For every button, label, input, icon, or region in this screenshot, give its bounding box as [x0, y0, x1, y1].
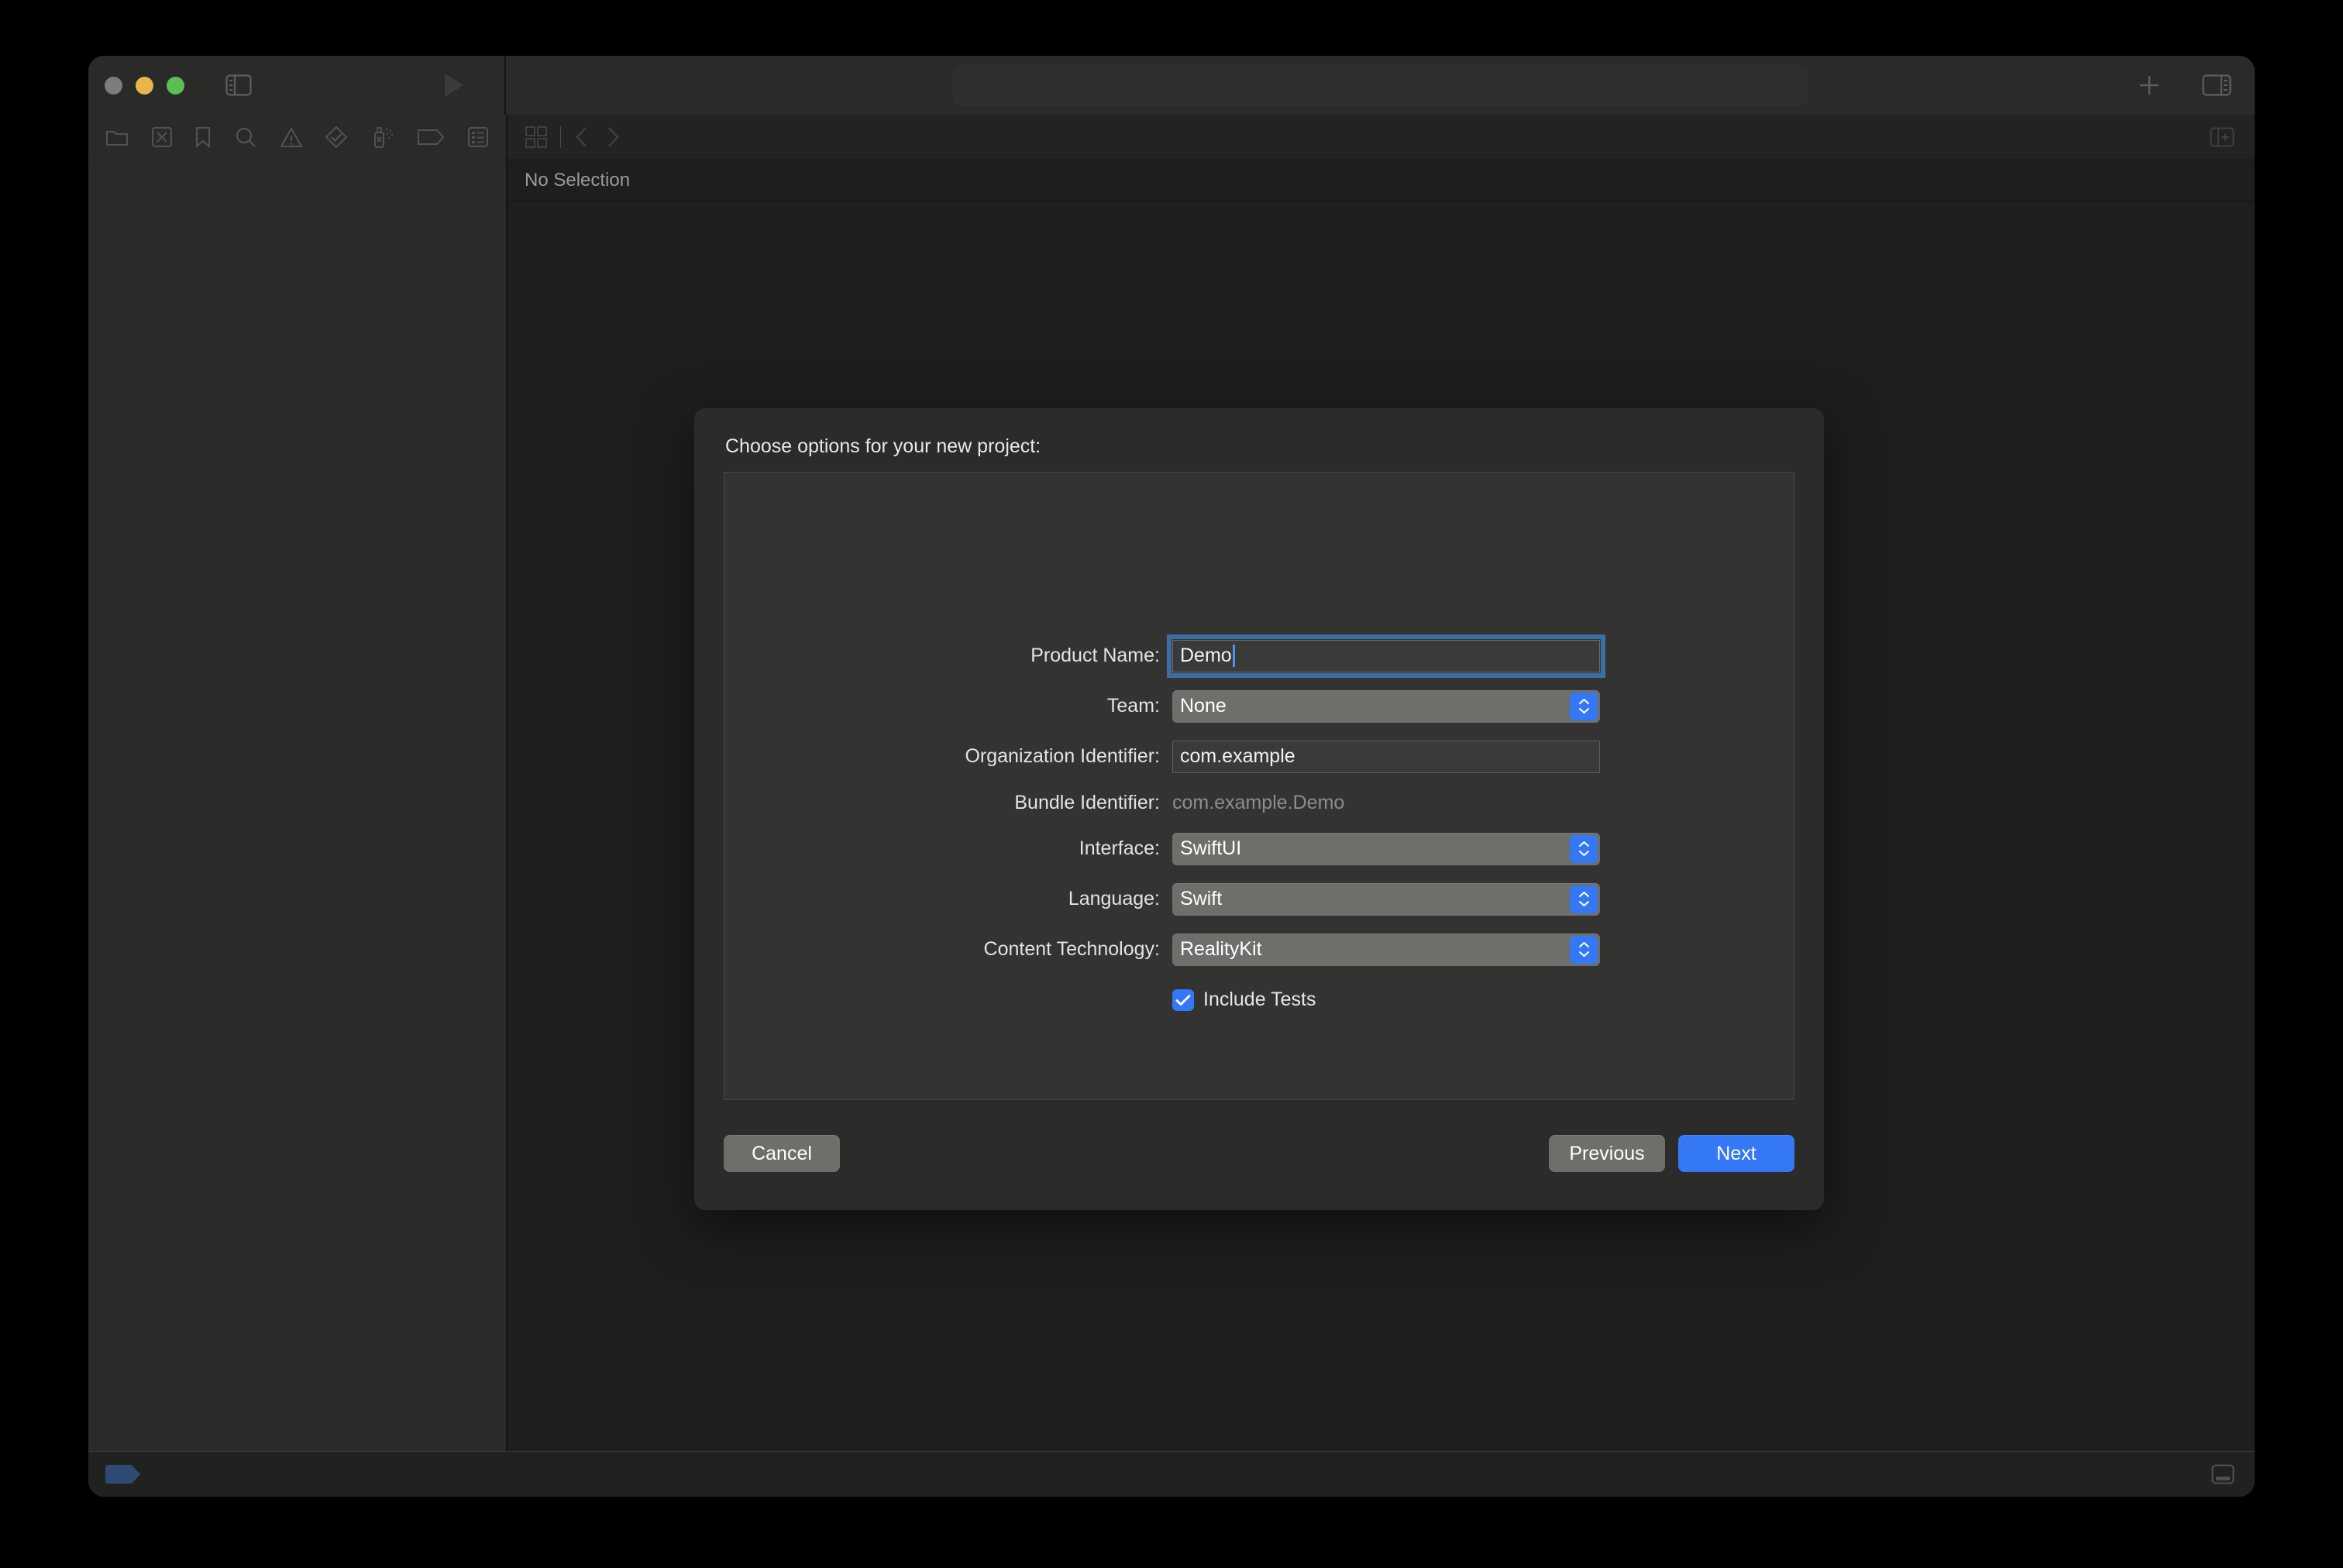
plus-icon[interactable] [2137, 73, 2162, 98]
sidebar-right-icon[interactable] [2202, 74, 2231, 96]
breakpoint-tag-icon[interactable] [105, 1465, 140, 1484]
status-bar [88, 1451, 2255, 1497]
chevron-right-icon[interactable] [604, 126, 621, 149]
bookmark-icon[interactable] [194, 126, 212, 148]
breakpoint-tag-icon[interactable] [417, 129, 445, 146]
editor-column: No Selection [507, 115, 2255, 1451]
sidebar-left-icon[interactable] [225, 74, 252, 96]
editor-canvas [507, 201, 2255, 1451]
editor-jump-bar [507, 115, 2255, 160]
warning-triangle-icon[interactable] [279, 126, 303, 148]
navigator-tab-bar [88, 115, 506, 160]
zoom-window-button[interactable] [167, 76, 184, 95]
source-control-icon[interactable] [151, 126, 173, 148]
run-play-icon[interactable] [442, 72, 466, 98]
navigator-content-empty [88, 160, 506, 1451]
window-titlebar [88, 56, 2255, 115]
related-items-grid-icon[interactable] [525, 126, 548, 149]
titlebar-left-section [88, 56, 506, 115]
breadcrumb: No Selection [507, 160, 2255, 201]
close-window-button[interactable] [105, 76, 122, 95]
titlebar-right-section [506, 56, 2255, 115]
traffic-lights [105, 76, 184, 95]
test-diamond-icon[interactable] [325, 126, 348, 149]
minimize-window-button[interactable] [136, 76, 153, 95]
window-body: No Selection [88, 115, 2255, 1451]
add-editor-icon[interactable] [2210, 127, 2235, 147]
report-list-icon[interactable] [467, 126, 489, 148]
debug-area-toggle-icon[interactable] [2211, 1464, 2235, 1484]
breadcrumb-label: No Selection [525, 170, 631, 191]
xcode-window: No Selection Choose options for your new… [88, 56, 2255, 1497]
jump-bar-divider [560, 126, 561, 148]
search-icon[interactable] [234, 126, 257, 149]
folder-icon[interactable] [105, 127, 129, 147]
navigator-sidebar [88, 115, 507, 1451]
chevron-left-icon[interactable] [573, 126, 590, 149]
debug-spray-icon[interactable] [370, 126, 395, 149]
titlebar-trailing-icons [2137, 73, 2231, 98]
jump-bar-navigation [573, 126, 621, 149]
activity-viewer[interactable] [952, 64, 1808, 106]
